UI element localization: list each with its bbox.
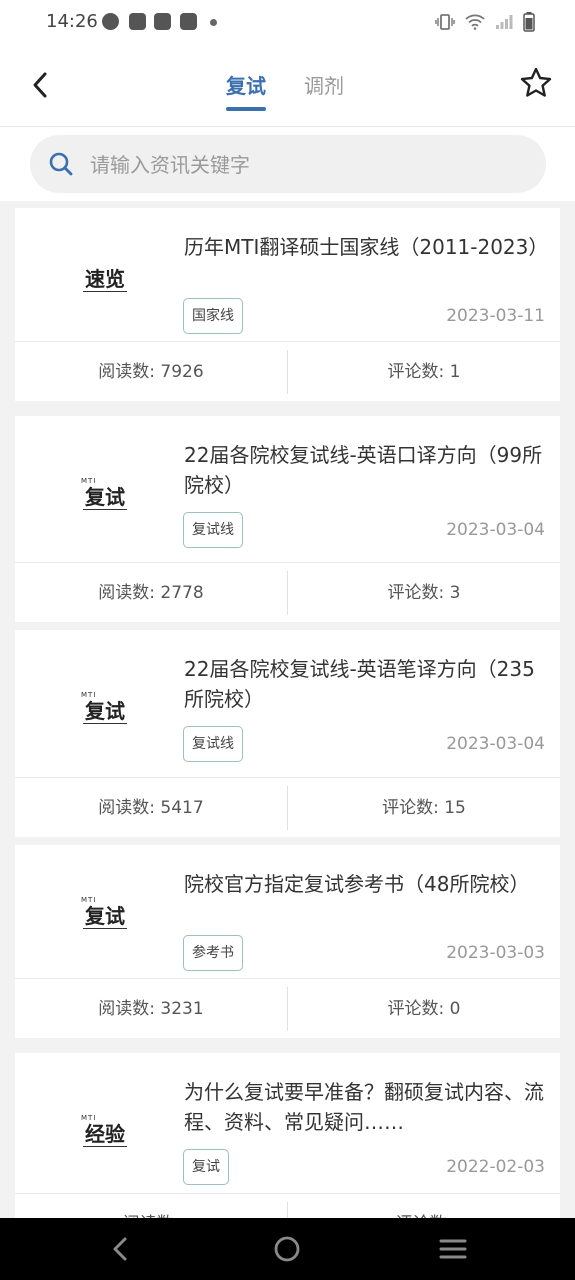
article-stats: 阅读数: 3231 评论数: 0 (15, 978, 560, 1039)
article-tag: 复试线 (183, 726, 243, 762)
nav-home-icon[interactable] (271, 1233, 303, 1265)
mail-icon (154, 13, 171, 30)
battery-icon (523, 12, 535, 32)
signal-icon (496, 15, 513, 29)
article-card[interactable]: MTI 复试 22届各院校复试线-英语口译方向（99所院校） 复试线 2023-… (15, 416, 560, 622)
search-box[interactable] (30, 135, 546, 193)
thumbnail-text: 复试 (83, 904, 127, 929)
read-count: 阅读数: 3231 (98, 999, 204, 1019)
article-date: 2023-03-03 (446, 943, 545, 963)
nav-back-icon[interactable] (105, 1233, 137, 1265)
article-stats: 阅读数: 2778 评论数: 3 (15, 562, 560, 623)
article-title: 历年MTI翻译硕士国家线（2011-2023） (184, 235, 549, 259)
read-count: 阅读数: 5417 (98, 798, 204, 818)
tab-tiaoji[interactable]: 调剂 (304, 70, 344, 111)
thumbnail-small-text: MTI (81, 477, 97, 485)
system-navigation-bar (0, 1218, 575, 1280)
thumbnail-text: 复试 (83, 699, 127, 724)
thumbnail-small-text: MTI (81, 896, 97, 904)
article-thumbnail: MTI 经验 (45, 1073, 165, 1188)
comment-count: 评论数: 3 (387, 583, 461, 603)
article-tag: 参考书 (183, 935, 243, 971)
search-bar-container (0, 127, 575, 201)
article-tag: 国家线 (183, 298, 243, 334)
status-bar: 14:26 (0, 0, 575, 48)
article-tag: 复试 (183, 1149, 229, 1185)
search-input[interactable] (88, 149, 532, 181)
article-thumbnail: MTI 复试 (45, 855, 165, 970)
thumbnail-small-text: MTI (81, 691, 97, 699)
wifi-icon (465, 14, 485, 30)
app-bar: 复试 调剂 (0, 48, 575, 127)
back-arrow-icon[interactable] (26, 70, 56, 100)
article-thumbnail: MTI 复试 (45, 436, 165, 551)
article-date: 2023-03-11 (446, 306, 545, 326)
article-title: 为什么复试要早准备？翻硕复试内容、流程、资料、常见疑问…… (184, 1080, 544, 1134)
notification-icon (102, 13, 119, 30)
article-title: 院校官方指定复试参考书（48所院校） (184, 872, 530, 896)
thumbnail-text: 速览 (83, 267, 127, 292)
mail-icon (129, 13, 146, 30)
article-date: 2023-03-04 (446, 734, 545, 754)
search-icon (49, 152, 73, 176)
article-title: 22届各院校复试线-英语口译方向（99所院校） (184, 443, 543, 497)
nav-menu-icon[interactable] (437, 1233, 469, 1265)
mail-icon (180, 13, 197, 30)
tab-fushi[interactable]: 复试 (226, 70, 266, 111)
article-tag: 复试线 (183, 512, 243, 548)
read-count: 阅读数: 2778 (98, 583, 204, 603)
system-icons (435, 12, 535, 32)
article-thumbnail: MTI 复试 (45, 650, 165, 765)
favorite-star-icon[interactable] (519, 66, 553, 100)
article-card[interactable]: MTI 复试 院校官方指定复试参考书（48所院校） 参考书 2023-03-03… (15, 845, 560, 1038)
thumbnail-small-text: MTI (81, 1114, 97, 1122)
article-date: 2023-03-04 (446, 520, 545, 540)
thumbnail-text: 复试 (83, 485, 127, 510)
status-time: 14:26 (46, 11, 98, 32)
thumbnail-text: 经验 (83, 1122, 127, 1147)
read-count: 阅读数: 7926 (98, 362, 204, 382)
more-notifications-icon (210, 19, 217, 26)
tab-bar: 复试 调剂 (226, 70, 344, 111)
article-card[interactable]: 速览 历年MTI翻译硕士国家线（2011-2023） 国家线 2023-03-1… (15, 208, 560, 401)
article-stats: 阅读数: 5417 评论数: 15 (15, 777, 560, 838)
article-thumbnail: 速览 (45, 218, 165, 333)
comment-count: 评论数: 15 (382, 798, 466, 818)
comment-count: 评论数: 1 (387, 362, 461, 382)
article-card[interactable]: MTI 复试 22届各院校复试线-英语笔译方向（235所院校） 复试线 2023… (15, 630, 560, 837)
article-date: 2022-02-03 (446, 1157, 545, 1177)
comment-count: 评论数: 0 (387, 999, 461, 1019)
article-title: 22届各院校复试线-英语笔译方向（235所院校） (184, 657, 535, 711)
vibrate-icon (435, 14, 455, 30)
article-stats: 阅读数: 7926 评论数: 1 (15, 341, 560, 402)
